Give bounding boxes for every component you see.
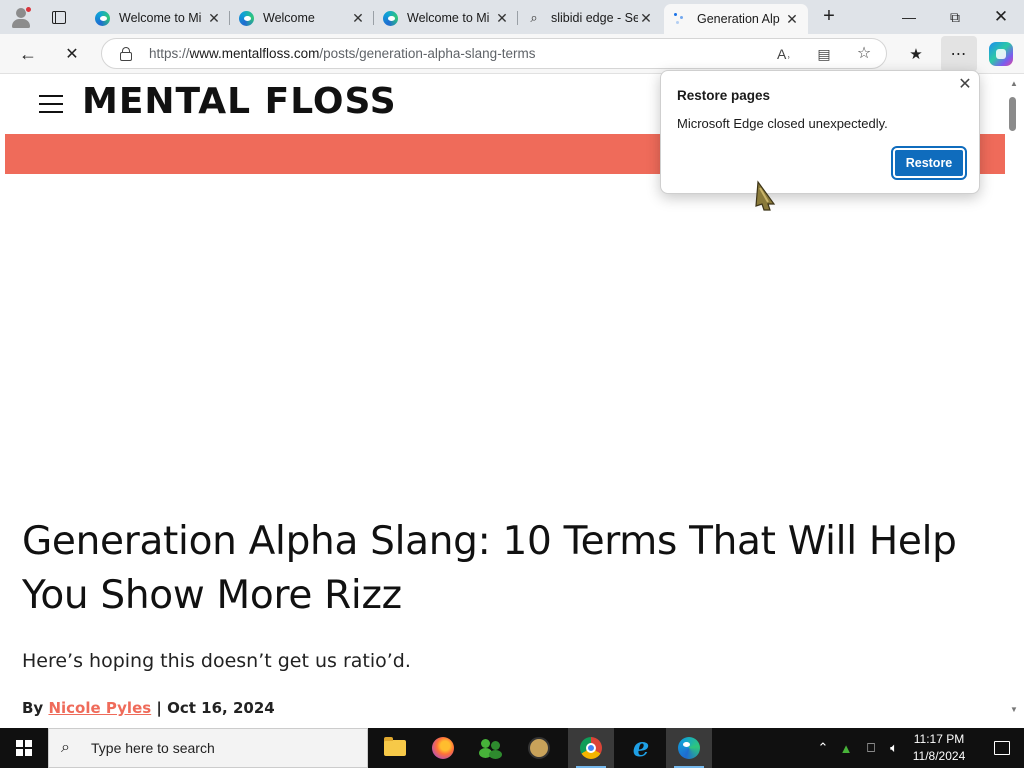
restore-pages-dialog: Restore pages Microsoft Edge closed unex… [660,70,980,194]
restore-window-icon[interactable]: ⧉ [932,0,978,34]
address-bar[interactable]: https://www.mentalfloss.com/posts/genera… [101,38,887,69]
network-icon[interactable]: ⎕ [860,728,882,768]
byline-prefix: By [22,699,44,717]
lock-icon[interactable] [120,47,132,61]
article-subhead: Here’s hoping this doesn’t get us ratio’… [22,650,411,672]
windows-logo-icon [16,740,32,756]
search-icon: ⌕ [61,739,70,756]
tab-title: Welcome to Mi [407,11,490,25]
browser-toolbar: ← ✕ https://www.mentalfloss.com/posts/ge… [0,34,1024,74]
loading-icon [672,11,688,27]
tab-title: Welcome [263,11,315,25]
close-tab-icon[interactable]: ✕ [784,11,800,27]
favorites-icon[interactable]: ★ [902,40,930,68]
more-options-icon[interactable]: ⋯ [941,36,977,72]
pirate-app-icon[interactable] [516,728,562,768]
windows-taskbar: ⌕ Type here to search e ⌃ ▲ ⎕ 🔈︎ 11:17 P… [0,728,1024,768]
people-app-icon[interactable] [468,728,514,768]
firefox-icon[interactable] [420,728,466,768]
byline-separator: | [156,699,162,717]
author-link[interactable]: Nicole Pyles [48,699,151,717]
favorite-star-icon[interactable]: ☆ [854,44,874,64]
tab-search[interactable]: ⌕ slibidi edge - Se ✕ [518,4,662,32]
new-tab-icon[interactable]: + [818,6,840,27]
page-scrollbar[interactable]: ▲ ▼ [1005,75,1024,728]
close-tab-icon[interactable]: ✕ [638,10,654,26]
internet-explorer-icon[interactable]: e [618,728,664,768]
close-tab-icon[interactable]: ✕ [350,10,366,26]
tab-actions-icon[interactable] [48,7,70,27]
copilot-icon[interactable] [989,42,1013,66]
scroll-thumb[interactable] [1009,97,1016,131]
dialog-title: Restore pages [677,88,771,103]
back-arrow-icon[interactable]: ← [14,40,42,68]
search-placeholder: Type here to search [91,740,215,756]
url-text[interactable]: https://www.mentalfloss.com/posts/genera… [149,46,535,61]
tab-title: Generation Alp [697,12,780,26]
close-tab-icon[interactable]: ✕ [206,10,222,26]
volume-icon[interactable]: 🔈︎ [884,728,904,768]
close-tab-icon[interactable]: ✕ [494,10,510,26]
clock-date: 11/8/2024 [912,749,966,763]
edge-icon [94,10,110,26]
start-button[interactable] [0,728,48,768]
edge-icon [238,10,254,26]
search-icon: ⌕ [530,10,538,25]
chrome-icon[interactable] [568,728,614,768]
taskbar-search-box[interactable]: ⌕ Type here to search [48,728,368,768]
edge-icon [382,10,398,26]
tab-welcome-2[interactable]: Welcome ✕ [230,4,374,32]
tab-strip: Welcome to Mi ✕ Welcome ✕ Welcome to Mi … [0,0,1024,34]
scroll-down-arrow-icon[interactable]: ▼ [1010,705,1018,714]
notification-center-icon[interactable] [980,728,1024,768]
tab-title: slibidi edge - Se [551,11,638,25]
read-aloud-icon[interactable]: A˒ [774,44,794,64]
profile-icon[interactable] [8,4,34,30]
chevron-up-icon[interactable]: ⌃ [812,728,834,768]
edge-taskbar-icon[interactable] [666,728,712,768]
site-logo[interactable]: MENTAL FLOSS [82,81,397,122]
tab-generation-alpha[interactable]: Generation Alp ✕ [664,4,808,34]
article-headline: Generation Alpha Slang: 10 Terms That Wi… [22,519,957,618]
dialog-message: Microsoft Edge closed unexpectedly. [677,116,888,131]
restore-button[interactable]: Restore [891,146,967,180]
article-date: Oct 16, 2024 [167,699,275,717]
tab-welcome-1[interactable]: Welcome to Mi ✕ [86,4,230,32]
minimize-icon[interactable]: — [886,0,932,34]
immersive-reader-icon[interactable]: ▤ [814,44,834,64]
clock-time: 11:17 PM [913,732,965,746]
file-explorer-icon[interactable] [372,728,418,768]
menu-icon[interactable] [39,95,63,114]
tab-title: Welcome to Mi [119,11,202,25]
animated-cursor-icon [755,180,776,211]
close-window-icon[interactable]: ✕ [978,0,1024,34]
article-byline: By Nicole Pyles | Oct 16, 2024 [22,699,275,717]
close-icon[interactable]: ✕ [955,75,975,95]
ad-placeholder [5,174,1005,504]
people-tray-icon[interactable]: ▲ [836,728,856,768]
stop-loading-icon[interactable]: ✕ [58,40,86,68]
system-clock[interactable]: 11:17 PM 11/8/2024 [905,731,973,765]
scroll-up-arrow-icon[interactable]: ▲ [1010,79,1018,88]
tab-welcome-3[interactable]: Welcome to Mi ✕ [374,4,518,32]
